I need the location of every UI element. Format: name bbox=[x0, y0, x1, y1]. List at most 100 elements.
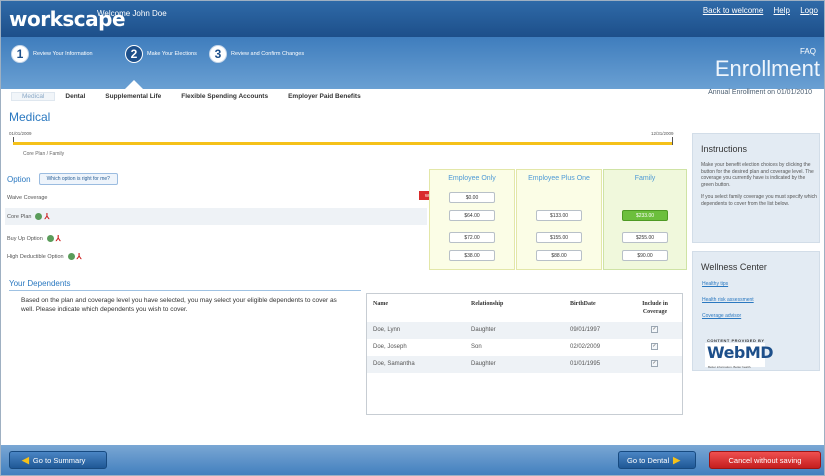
column-family: Family $233.00 $255.00 $90.00 bbox=[603, 169, 687, 270]
step-3[interactable]: 3 Review and Confirm Changes bbox=[209, 45, 304, 63]
timeline-end-marker bbox=[672, 137, 673, 145]
plan-info-icon[interactable] bbox=[35, 213, 43, 220]
dependent-name: Doe, Lynn bbox=[373, 327, 401, 333]
webmd-logo[interactable]: WebMD bbox=[705, 343, 774, 367]
step-number: 2 bbox=[125, 45, 143, 63]
table-row: Doe, Lynn Daughter 09/01/1997 ✓ bbox=[367, 322, 682, 339]
tab-medical[interactable]: Medical bbox=[11, 91, 56, 101]
welcome-text: Welcome John Doe bbox=[97, 9, 167, 18]
step-label: Make Your Elections bbox=[147, 51, 197, 57]
timeline-end-date: 12/31/2009 bbox=[651, 131, 674, 136]
column-header: Family bbox=[634, 175, 656, 182]
plan-label: High Deductible Option bbox=[7, 253, 64, 260]
include-checkbox[interactable]: ✓ bbox=[651, 343, 658, 350]
dependent-relationship: Daughter bbox=[471, 361, 496, 367]
price-button[interactable]: $90.00 bbox=[622, 250, 668, 261]
button-label: Cancel without saving bbox=[728, 455, 802, 465]
go-to-summary-button[interactable]: ◀ Go to Summary bbox=[9, 451, 107, 469]
plan-row-core: Core Plan ⅄ bbox=[5, 208, 427, 225]
instructions-paragraph: Make your benefit election choices by cl… bbox=[701, 162, 814, 188]
benefit-tabs: Medical Dental Supplemental Life Flexibl… bbox=[11, 89, 371, 103]
column-header-birthdate: BirthDate bbox=[570, 301, 596, 307]
price-button-selected[interactable]: $233.00 bbox=[622, 210, 668, 221]
instructions-panel: Instructions Make your benefit election … bbox=[692, 133, 820, 243]
price-button[interactable]: $155.00 bbox=[536, 232, 582, 243]
tab-flexible-spending[interactable]: Flexible Spending Accounts bbox=[171, 93, 278, 100]
price-button[interactable]: $38.00 bbox=[449, 250, 495, 261]
instructions-paragraph: If you select family coverage you must s… bbox=[701, 194, 817, 207]
dependents-title: Your Dependents bbox=[9, 279, 71, 288]
table-row: Doe, Joseph Son 02/02/2009 ✓ bbox=[367, 339, 682, 356]
plan-label: Core Plan bbox=[7, 213, 32, 220]
plan-info-icon[interactable] bbox=[46, 235, 54, 242]
tab-supplemental-life[interactable]: Supplemental Life bbox=[95, 93, 171, 100]
faq-link[interactable]: FAQ bbox=[800, 47, 816, 56]
divider bbox=[9, 290, 361, 291]
step-label: Review and Confirm Changes bbox=[231, 51, 305, 57]
wellness-panel: Wellness Center Healthy tips Health risk… bbox=[692, 251, 820, 371]
dependent-name: Doe, Joseph bbox=[373, 344, 407, 350]
health-risk-assessment-link[interactable]: Health risk assessment bbox=[702, 297, 754, 303]
cancel-without-saving-button[interactable]: Cancel without saving bbox=[709, 451, 821, 469]
column-header: Employee Plus One bbox=[528, 175, 590, 182]
pdf-icon[interactable]: ⅄ bbox=[56, 234, 61, 243]
plan-row-waive: Waive Coverage bbox=[7, 195, 47, 201]
healthy-tips-link[interactable]: Healthy tips bbox=[702, 281, 728, 287]
price-button[interactable]: $88.00 bbox=[536, 250, 582, 261]
step-number: 3 bbox=[209, 45, 227, 63]
price-button[interactable]: $0.00 bbox=[449, 192, 495, 203]
which-option-button[interactable]: Which option is right for me? bbox=[38, 173, 118, 185]
section-title: Enrollment bbox=[714, 56, 820, 81]
arrow-right-icon: ▶ bbox=[673, 454, 681, 465]
plan-info-icon[interactable] bbox=[67, 253, 75, 260]
plan-row-high-deductible: High Deductible Option ⅄ bbox=[7, 252, 81, 261]
coverage-advisor-link[interactable]: Coverage advisor bbox=[702, 313, 741, 319]
step-number: 1 bbox=[11, 45, 29, 63]
go-to-dental-button[interactable]: Go to Dental ▶ bbox=[618, 451, 696, 469]
table-row: Doe, Samantha Daughter 01/01/1995 ✓ bbox=[367, 356, 682, 373]
price-button[interactable]: $64.00 bbox=[449, 210, 495, 221]
column-header-relationship: Relationship bbox=[471, 301, 504, 307]
annual-enrollment-text: Annual Enrollment on 01/01/2010 bbox=[708, 89, 812, 96]
logout-link[interactable]: Logo bbox=[800, 6, 818, 15]
instructions-title: Instructions bbox=[701, 144, 748, 154]
column-employee-only: Employee Only $0.00 $64.00 $72.00 $38.00 bbox=[429, 169, 515, 270]
pdf-icon[interactable]: ⅄ bbox=[77, 252, 82, 261]
step-label: Review Your Information bbox=[33, 51, 93, 57]
app-window: workscape Welcome John Doe Back to welco… bbox=[0, 0, 825, 476]
step-2[interactable]: 2 Make Your Elections bbox=[125, 45, 197, 63]
include-checkbox[interactable]: ✓ bbox=[651, 326, 658, 333]
plan-label: Waive Coverage bbox=[7, 195, 48, 201]
top-bar: workscape Welcome John Doe Back to welco… bbox=[1, 1, 824, 37]
dependent-birthdate: 01/01/1995 bbox=[570, 361, 601, 367]
pdf-icon[interactable]: ⅄ bbox=[44, 212, 49, 221]
instructions-text: Make your benefit election choices by cl… bbox=[701, 162, 817, 207]
webmd-tagline: Better information. Better health. bbox=[708, 365, 752, 369]
tab-dental[interactable]: Dental bbox=[55, 93, 95, 100]
button-label: Go to Summary bbox=[32, 455, 86, 465]
price-button[interactable]: $255.00 bbox=[622, 232, 668, 243]
dependent-birthdate: 02/02/2009 bbox=[570, 344, 601, 350]
arrow-left-icon: ◀ bbox=[22, 454, 29, 465]
coverage-timeline bbox=[13, 142, 673, 145]
page-title: Medical bbox=[9, 110, 51, 124]
column-employee-plus-one: Employee Plus One $133.00 $155.00 $88.00 bbox=[516, 169, 602, 270]
tab-employer-paid[interactable]: Employer Paid Benefits bbox=[278, 93, 371, 100]
column-header-include: Include in Coverage bbox=[642, 301, 668, 315]
option-row: Option Which option is right for me? bbox=[7, 173, 118, 185]
step-1[interactable]: 1 Review Your Information bbox=[11, 45, 93, 63]
column-header: Employee Only bbox=[448, 175, 496, 182]
step-pointer bbox=[125, 80, 143, 89]
wellness-title: Wellness Center bbox=[701, 262, 767, 272]
button-label: Go to Dental bbox=[627, 455, 670, 465]
top-links: Back to welcome Help Logo bbox=[695, 6, 818, 15]
dependents-table: Name Relationship BirthDate Include in C… bbox=[366, 293, 683, 415]
help-link[interactable]: Help bbox=[774, 6, 790, 15]
footer-bar: ◀ Go to Summary Go to Dental ▶ Cancel wi… bbox=[1, 445, 824, 475]
back-to-welcome-link[interactable]: Back to welcome bbox=[703, 6, 763, 15]
price-button[interactable]: $72.00 bbox=[449, 232, 495, 243]
plan-row-buy-up: Buy Up Option ⅄ bbox=[7, 234, 61, 243]
price-button[interactable]: $133.00 bbox=[536, 210, 582, 221]
include-checkbox[interactable]: ✓ bbox=[651, 360, 658, 367]
timeline-start-date: 01/01/2009 bbox=[9, 131, 32, 136]
